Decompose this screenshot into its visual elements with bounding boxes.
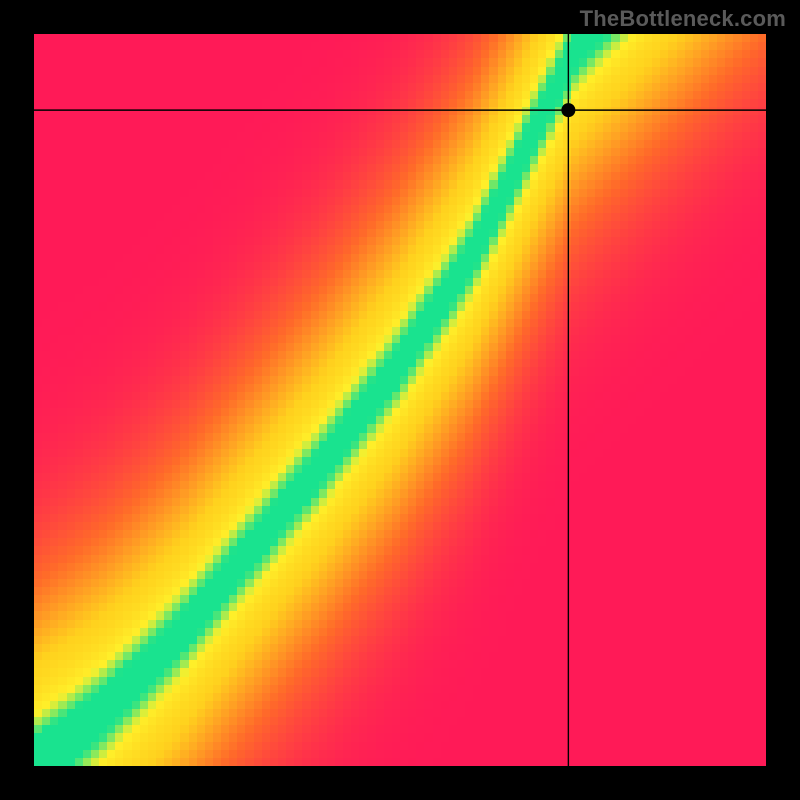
watermark-text: TheBottleneck.com — [580, 6, 786, 32]
chart-frame: TheBottleneck.com — [0, 0, 800, 800]
heatmap-canvas — [34, 34, 766, 766]
heatmap-plot — [34, 34, 766, 766]
